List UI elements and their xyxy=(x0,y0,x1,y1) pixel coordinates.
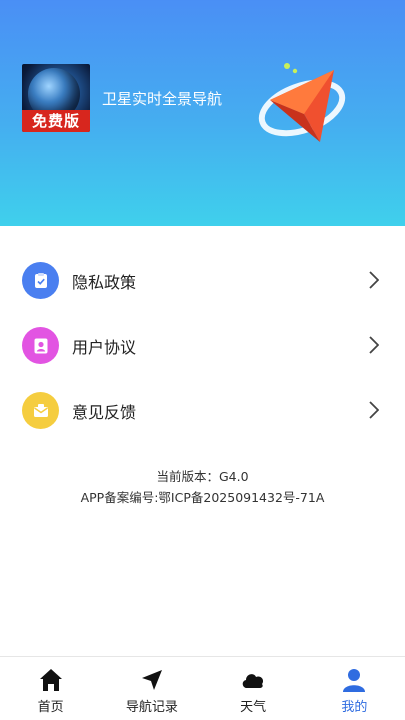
version-text: 当前版本：G4.0 xyxy=(156,469,249,484)
menu-item-label: 隐私政策 xyxy=(72,272,137,292)
clipboard-check-icon xyxy=(22,262,59,299)
chevron-right-icon xyxy=(369,271,379,289)
menu-item-feedback[interactable]: 意见反馈 xyxy=(0,378,405,443)
tab-weather[interactable]: 天气 xyxy=(203,657,304,720)
cloud-icon xyxy=(242,674,264,688)
chevron-right-icon xyxy=(369,336,379,354)
tab-home[interactable]: 首页 xyxy=(0,657,101,720)
chevron-right-icon xyxy=(369,401,379,419)
menu-item-label: 意见反馈 xyxy=(72,402,137,422)
menu-item-label: 用户协议 xyxy=(72,337,137,357)
app-info: 当前版本：G4.0 APP备案编号:鄂ICP备2025091432号-71A xyxy=(0,466,405,508)
app-icon: 免费版 xyxy=(22,64,90,132)
menu-item-user-agreement[interactable]: 用户协议 xyxy=(0,313,405,378)
profile-header: 免费版 卫星实时全景导航 xyxy=(0,0,405,226)
navigation-arrow-illustration xyxy=(258,63,346,142)
bottom-tab-bar: 首页 导航记录 天气 我的 xyxy=(0,656,405,720)
person-icon xyxy=(343,669,366,692)
user-icon xyxy=(22,327,59,364)
navigation-arrow-icon xyxy=(141,670,162,690)
free-version-badge: 免费版 xyxy=(22,110,90,132)
home-icon xyxy=(39,669,62,691)
mail-icon xyxy=(22,392,59,429)
icp-registration-text: APP备案编号:鄂ICP备2025091432号-71A xyxy=(80,490,325,505)
tab-label: 天气 xyxy=(240,700,267,715)
tab-navigation-history[interactable]: 导航记录 xyxy=(101,657,202,720)
tab-label: 我的 xyxy=(341,700,368,715)
tab-label: 导航记录 xyxy=(125,700,178,715)
tab-mine[interactable]: 我的 xyxy=(304,657,405,720)
settings-menu: 隐私政策 用户协议 意见反馈 xyxy=(0,248,405,443)
menu-item-privacy-policy[interactable]: 隐私政策 xyxy=(0,248,405,313)
tab-label: 首页 xyxy=(37,700,64,715)
app-name: 卫星实时全景导航 xyxy=(102,90,223,108)
